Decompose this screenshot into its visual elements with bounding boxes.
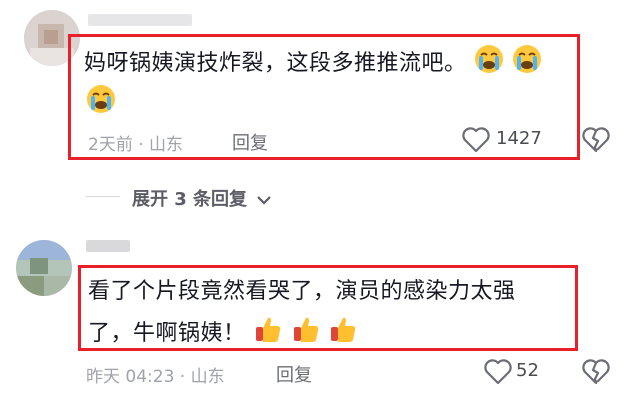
thumbs-up-icon (328, 314, 358, 354)
crying-face-icon (474, 44, 504, 84)
broken-heart-icon (582, 127, 610, 157)
heart-icon (462, 127, 490, 157)
heart-icon (484, 359, 512, 389)
crying-face-icon (86, 84, 116, 118)
comment-meta: 昨天 04:23 · 山东 (86, 367, 225, 387)
username-blurred[interactable] (86, 240, 130, 252)
thumbs-up-icon (291, 314, 321, 354)
like-button[interactable]: 1427 (462, 127, 572, 153)
chevron-down-icon (256, 191, 272, 210)
crying-face-icon (512, 44, 542, 84)
expand-replies-label: 展开 3 条回复 (132, 189, 248, 210)
reply-button[interactable]: 回复 (276, 361, 312, 387)
like-button[interactable]: 52 (484, 359, 564, 385)
username-blurred[interactable] (88, 14, 192, 26)
comment-text-line1: 看了个片段竟然看哭了，演员的感染力太强 (88, 279, 516, 304)
like-count: 1427 (496, 128, 542, 149)
like-count: 52 (516, 360, 539, 381)
thumbs-up-icon (253, 314, 283, 354)
divider (86, 196, 120, 197)
dislike-button[interactable] (582, 127, 610, 157)
broken-heart-icon (582, 359, 610, 389)
expand-replies-button[interactable]: 展开 3 条回复 (132, 185, 272, 211)
dislike-button[interactable] (582, 359, 610, 389)
comment-meta: 2天前 · 山东 (88, 135, 184, 155)
avatar[interactable] (16, 240, 72, 296)
comment-text: 妈呀锅姨演技炸裂，这段多推推流吧。 (84, 44, 574, 84)
reply-button[interactable]: 回复 (232, 129, 268, 155)
comment-text-line2: 了，牛啊锅姨！ (88, 314, 358, 354)
